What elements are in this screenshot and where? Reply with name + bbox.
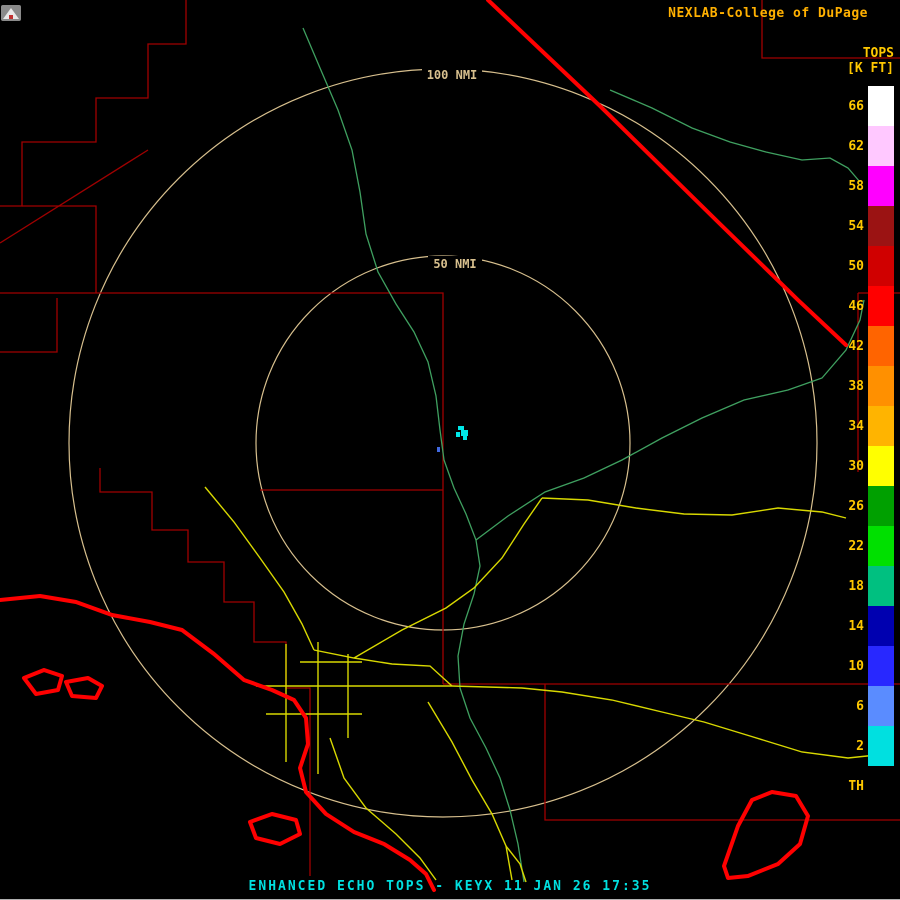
- range-ring-labels: 100 NMI 50 NMI: [422, 66, 482, 271]
- legend-step-label: 6: [836, 699, 864, 714]
- legend-step-swatch: [868, 446, 894, 486]
- legend-step: 18: [836, 566, 894, 606]
- legend-step: 10: [836, 646, 894, 686]
- legend-step-label: 66: [836, 99, 864, 114]
- legend-step: 2: [836, 726, 894, 766]
- county-boundaries: [0, 0, 900, 876]
- legend-step: 50: [836, 246, 894, 286]
- legend-step: 66: [836, 86, 894, 126]
- cod-logo-icon: [0, 3, 22, 23]
- legend-step-swatch: [868, 166, 894, 206]
- legend-step: 26: [836, 486, 894, 526]
- legend-step-swatch: [868, 686, 894, 726]
- legend-step-swatch: [868, 606, 894, 646]
- legend-step-label: 22: [836, 539, 864, 554]
- legend-step-label: 34: [836, 419, 864, 434]
- legend-step: 46: [836, 286, 894, 326]
- legend-step-label: 14: [836, 619, 864, 634]
- legend-step-label: 30: [836, 459, 864, 474]
- legend-step-swatch: [868, 366, 894, 406]
- legend-step-swatch: [868, 726, 894, 766]
- legend-step-swatch: [868, 286, 894, 326]
- legend-title: TOPS: [847, 46, 894, 61]
- legend-units: [K FT]: [847, 61, 894, 76]
- legend-step-swatch: [868, 766, 894, 806]
- legend-step-label: 18: [836, 579, 864, 594]
- legend-step-label: 38: [836, 379, 864, 394]
- legend-step-swatch: [868, 406, 894, 446]
- legend-step: 34: [836, 406, 894, 446]
- legend-step: 42: [836, 326, 894, 366]
- legend-step: 22: [836, 526, 894, 566]
- legend-header: TOPS [K FT]: [847, 46, 894, 76]
- legend-step: 14: [836, 606, 894, 646]
- legend-step-label: 26: [836, 499, 864, 514]
- inner-ring-label: 50 NMI: [433, 257, 476, 271]
- legend-step-swatch: [868, 86, 894, 126]
- legend-step-label: TH: [836, 779, 864, 794]
- legend-step: 6: [836, 686, 894, 726]
- product-caption: ENHANCED ECHO TOPS - KEYX 11 JAN 26 17:3…: [0, 879, 900, 894]
- legend-step: 62: [836, 126, 894, 166]
- legend-step-swatch: [868, 326, 894, 366]
- legend-step-label: 50: [836, 259, 864, 274]
- legend-step-label: 62: [836, 139, 864, 154]
- legend-step-swatch: [868, 646, 894, 686]
- river-lines: [303, 28, 864, 882]
- interstate-lines: [0, 0, 846, 890]
- radar-echo-weak: [437, 447, 440, 452]
- radar-echo: [456, 426, 468, 440]
- legend-step-label: 42: [836, 339, 864, 354]
- legend-step-label: 54: [836, 219, 864, 234]
- legend-step: 58: [836, 166, 894, 206]
- radar-display: 100 NMI 50 NMI NEXLAB-College of DuPage …: [0, 0, 900, 900]
- legend-step-swatch: [868, 126, 894, 166]
- legend-step: 30: [836, 446, 894, 486]
- radar-map: 100 NMI 50 NMI: [0, 0, 900, 900]
- legend-step-label: 46: [836, 299, 864, 314]
- legend-step: TH: [836, 766, 894, 806]
- legend-step-swatch: [868, 486, 894, 526]
- page-title: NEXLAB-College of DuPage: [668, 6, 868, 21]
- legend-step: 38: [836, 366, 894, 406]
- legend-step-swatch: [868, 246, 894, 286]
- legend-step-label: 2: [836, 739, 864, 754]
- legend-step-swatch: [868, 206, 894, 246]
- legend-steps: 66625854504642383430262218141062TH: [836, 86, 894, 806]
- legend-step-swatch: [868, 526, 894, 566]
- legend-step-label: 58: [836, 179, 864, 194]
- legend-step-swatch: [868, 566, 894, 606]
- legend-step-label: 10: [836, 659, 864, 674]
- outer-ring-label: 100 NMI: [427, 68, 478, 82]
- legend-step: 54: [836, 206, 894, 246]
